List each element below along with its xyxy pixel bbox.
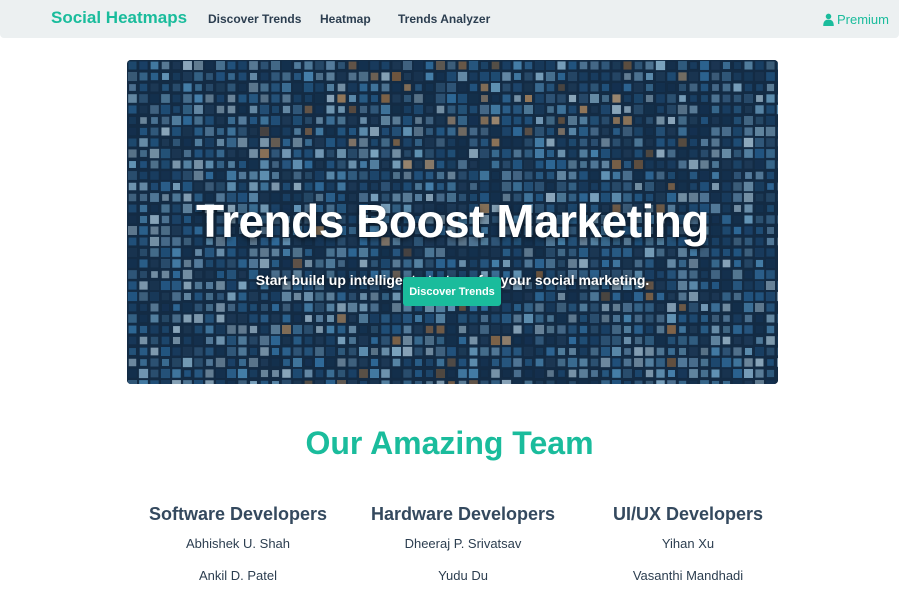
premium-label: Premium	[836, 12, 889, 27]
team-section-title: Our Amazing Team	[305, 425, 594, 461]
team-group-software: Software Developers Abhishek U. Shah Ank…	[118, 503, 358, 597]
team-member: Vasanthi Mandhadi	[632, 568, 744, 583]
team-group-heading: Hardware Developers	[370, 504, 556, 524]
team-group-hardware: Hardware Developers Dheeraj P. Srivatsav…	[343, 503, 583, 597]
brand-logo-link[interactable]: Social Heatmaps	[51, 8, 187, 28]
top-navbar: Social Heatmaps Discover Trends Heatmap …	[0, 0, 899, 38]
user-icon	[823, 13, 834, 26]
team-group-heading: UI/UX Developers	[612, 504, 764, 524]
team-member: Ankil D. Patel	[198, 568, 278, 583]
discover-trends-button[interactable]: Discover Trends	[403, 277, 501, 306]
team-group-heading: Software Developers	[148, 504, 328, 524]
nav-link-discover-trends[interactable]: Discover Trends	[208, 12, 301, 26]
nav-link-heatmap[interactable]: Heatmap	[320, 12, 371, 26]
team-member: Dheeraj P. Srivatsav	[404, 536, 522, 551]
nav-link-trends-analyzer[interactable]: Trends Analyzer	[398, 12, 490, 26]
team-member: Yihan Xu	[661, 536, 715, 551]
hero-banner: Trends Boost Marketing Start build up in…	[127, 60, 778, 384]
team-group-uiux: UI/UX Developers Yihan Xu Vasanthi Mandh…	[568, 503, 808, 597]
team-member: Yudu Du	[438, 568, 488, 583]
hero-title: Trends Boost Marketing	[196, 195, 709, 247]
premium-link[interactable]: Premium	[822, 12, 889, 27]
team-member: Abhishek U. Shah	[185, 536, 291, 551]
